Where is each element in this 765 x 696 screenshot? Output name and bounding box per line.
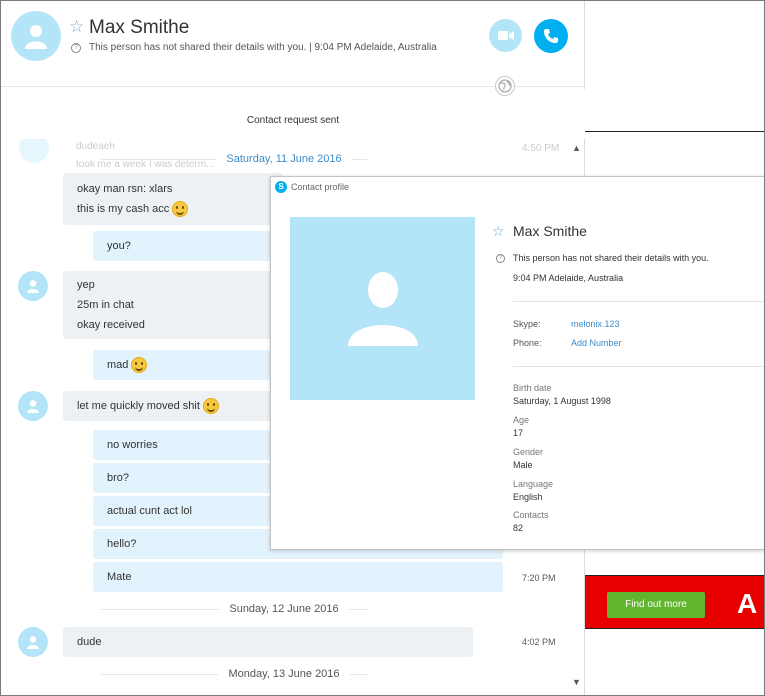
video-camera-icon — [497, 31, 514, 40]
date-separator: Monday, 13 June 2016 — [1, 668, 567, 680]
ad-logo: A — [737, 588, 758, 619]
scroll-up-arrow-icon[interactable]: ▲ — [572, 143, 581, 153]
outgoing-message[interactable]: mad — [93, 350, 283, 380]
divider — [513, 301, 764, 302]
contacts-label: Contacts — [513, 510, 549, 520]
date-separator: Sunday, 12 June 2016 — [1, 603, 567, 615]
date-separator: Saturday, 11 June 2016 — [1, 153, 567, 165]
outgoing-message[interactable]: you? — [93, 231, 283, 261]
ad-banner[interactable]: Find out more A — [585, 575, 764, 629]
incoming-message[interactable]: yep 25m in chat okay received — [63, 271, 283, 339]
find-out-more-button[interactable]: Find out more — [607, 592, 705, 618]
contact-avatar[interactable] — [11, 11, 61, 61]
message-line: yep — [77, 279, 95, 291]
skype-label: Skype: — [513, 319, 541, 329]
smiley-emoji-icon — [172, 201, 189, 218]
age-value: 17 — [513, 428, 524, 438]
message-line: this is my cash acc — [77, 199, 269, 219]
favorite-star-icon[interactable]: ☆ — [492, 223, 505, 240]
birth-date-value: Saturday, 1 August 1998 — [513, 396, 611, 406]
person-icon — [347, 271, 418, 346]
skype-logo-icon: S — [275, 181, 287, 193]
gender-label: Gender — [513, 447, 544, 457]
incoming-message[interactable]: dude — [63, 627, 473, 657]
incoming-message[interactable]: okay man rsn: xlars this is my cash acc — [63, 173, 283, 225]
smiley-emoji-icon — [131, 357, 148, 374]
window-title: Contact profile — [291, 182, 350, 192]
skype-window: ☆ Max Smithe ? This person has not share… — [0, 0, 765, 696]
phone-label: Phone: — [513, 338, 542, 348]
profile-name: Max Smithe — [513, 223, 587, 239]
contact-avatar[interactable] — [18, 271, 48, 301]
conversation-header: ☆ Max Smithe ? This person has not share… — [1, 1, 585, 89]
contact-details: This person has not shared their details… — [89, 42, 437, 53]
divider — [585, 131, 764, 132]
contacts-value: 82 — [513, 523, 524, 533]
profile-titlebar[interactable]: S Contact profile — [271, 177, 764, 199]
message-time: 7:20 PM — [522, 573, 556, 583]
globe-icon[interactable] — [495, 76, 515, 96]
audio-call-button[interactable] — [534, 19, 568, 53]
favorite-star-icon[interactable]: ☆ — [69, 17, 84, 37]
divider — [513, 366, 764, 367]
person-icon — [25, 25, 47, 49]
add-number-link[interactable]: Add Number — [571, 338, 622, 348]
contact-avatar[interactable] — [18, 391, 48, 421]
profile-status: This person has not shared their details… — [513, 253, 709, 263]
profile-photo — [290, 217, 475, 400]
gender-value: Male — [513, 460, 533, 470]
person-icon — [27, 636, 39, 649]
skype-name-link[interactable]: melonix.123 — [571, 319, 620, 329]
info-icon: ? — [71, 43, 81, 53]
person-icon — [27, 400, 39, 413]
contact-profile-window: S Contact profile ☆ Max Smithe ? This pe… — [270, 176, 764, 550]
profile-local-time: 9:04 PM Adelaide, Australia — [513, 273, 624, 283]
birth-date-label: Birth date — [513, 383, 552, 393]
scroll-down-arrow-icon[interactable]: ▼ — [572, 677, 581, 687]
phone-icon — [544, 29, 558, 43]
age-label: Age — [513, 415, 530, 425]
incoming-message[interactable]: let me quickly moved shit — [63, 391, 283, 421]
person-icon — [27, 280, 39, 293]
message-time: 4:02 PM — [522, 637, 556, 647]
smiley-emoji-icon — [202, 398, 219, 415]
message-line: okay received — [77, 319, 145, 331]
outgoing-message[interactable]: Mate — [93, 562, 503, 592]
message-sender: dudeaeh — [76, 141, 115, 152]
language-value: English — [513, 492, 543, 502]
info-icon: ? — [496, 254, 505, 263]
contact-avatar[interactable] — [18, 627, 48, 657]
message-line: okay man rsn: xlars — [77, 183, 173, 195]
contact-request-status: Contact request sent — [246, 115, 340, 126]
video-call-button[interactable] — [489, 19, 522, 52]
contact-name[interactable]: Max Smithe — [89, 17, 189, 39]
message-line: 25m in chat — [77, 299, 134, 311]
language-label: Language — [513, 479, 554, 489]
